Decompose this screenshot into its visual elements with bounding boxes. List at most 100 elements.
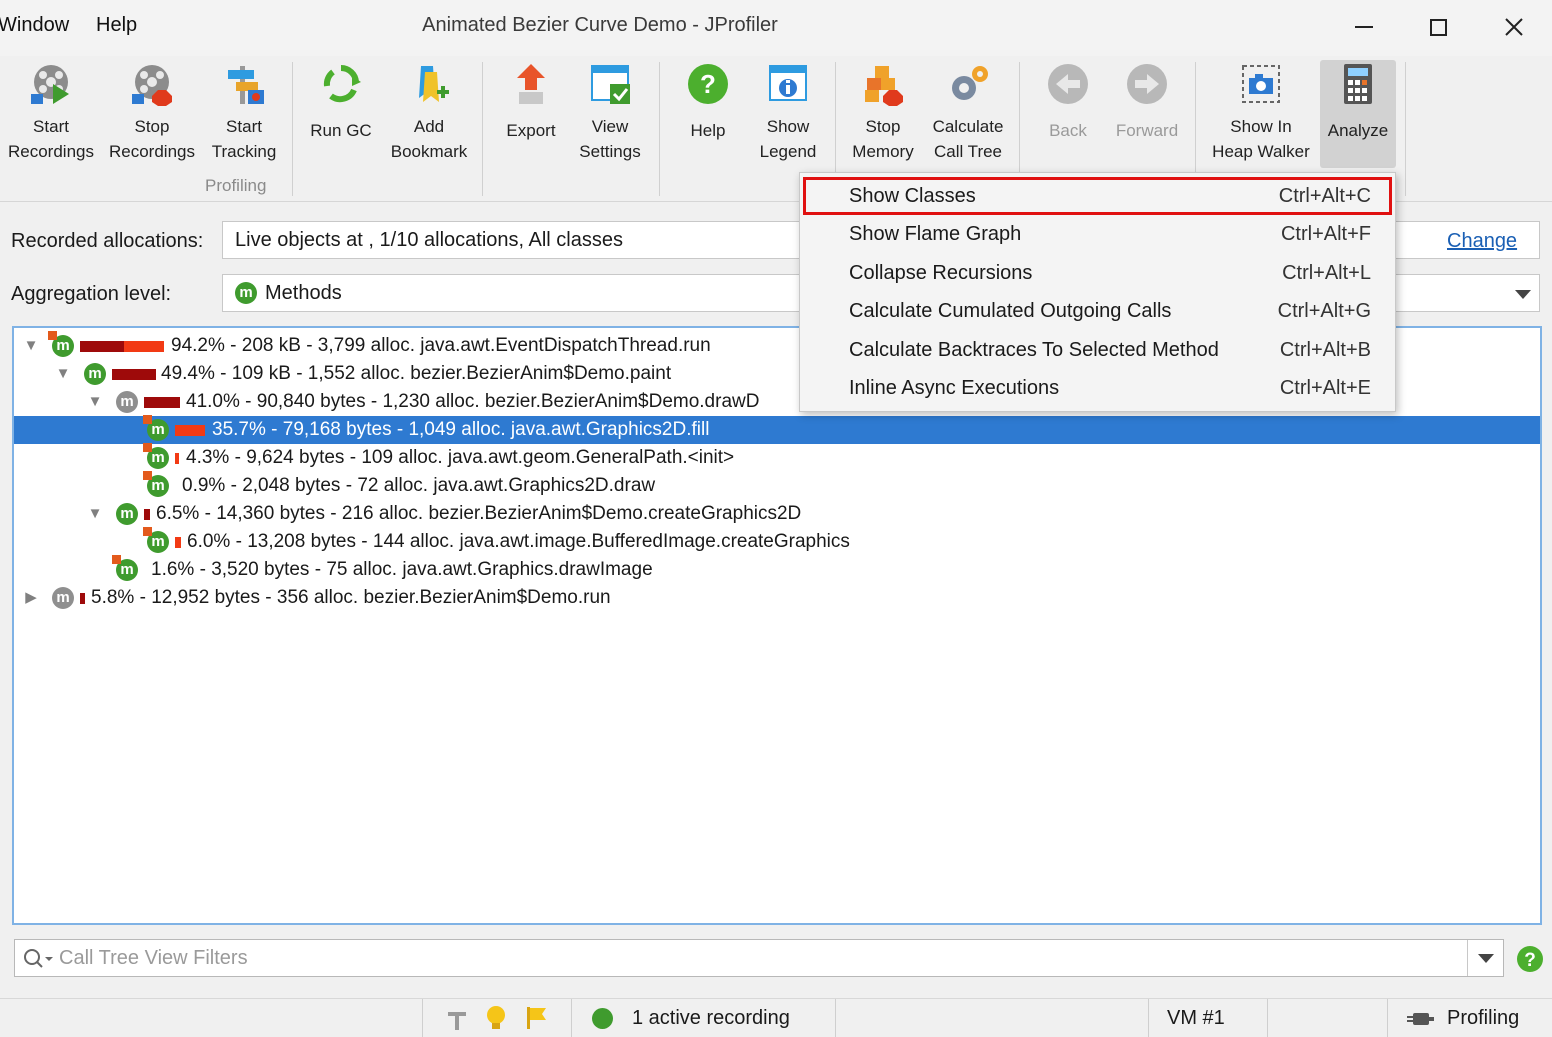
- stop-memory-label-1: Stop: [865, 117, 901, 136]
- method-icon: m: [235, 282, 257, 304]
- tree-row-text: 6.0% - 13,208 bytes - 144 alloc. java.aw…: [187, 531, 850, 552]
- close-icon: [1505, 18, 1523, 36]
- expand-toggle-icon[interactable]: ▼: [86, 500, 104, 528]
- profiling-group-label: Profiling: [205, 176, 267, 195]
- search-icon: [24, 949, 53, 968]
- allocation-bar-self: [175, 537, 181, 548]
- allocation-bar-self: [124, 341, 164, 352]
- tree-row[interactable]: m 4.3% - 9,624 bytes - 109 alloc. java.a…: [14, 443, 1540, 472]
- show-in-heap-walker-label-1: Show In: [1230, 117, 1292, 136]
- show-legend-button[interactable]: Show Legend: [752, 60, 824, 172]
- lightbulb-icon[interactable]: [485, 1004, 507, 1032]
- back-arrow-icon: [1046, 62, 1090, 106]
- status-separator: [1267, 999, 1268, 1037]
- method-icon: m: [143, 527, 169, 553]
- call-tree-view-filter[interactable]: Call Tree View Filters: [14, 939, 1504, 977]
- tree-row-selected[interactable]: m 35.7% - 79,168 bytes - 1,049 alloc. ja…: [14, 415, 1540, 444]
- chevron-down-icon: [1515, 290, 1531, 299]
- calculate-call-tree-label-2: Call Tree: [933, 142, 1003, 161]
- menu-item-collapse-recursions[interactable]: Collapse Recursions Ctrl+Alt+L: [800, 254, 1395, 292]
- method-icon: m: [116, 391, 138, 413]
- toolbar-separator: [482, 62, 483, 196]
- menu-item-label: Show Flame Graph: [849, 223, 1022, 245]
- menu-item-calculate-backtraces[interactable]: Calculate Backtraces To Selected Method …: [800, 331, 1395, 369]
- run-gc-button[interactable]: Run GC: [306, 60, 376, 172]
- show-legend-label-1: Show: [766, 117, 810, 136]
- expand-toggle-icon[interactable]: ▼: [54, 360, 72, 388]
- start-tracking-button[interactable]: Start Tracking: [205, 60, 283, 172]
- stop-memory-button[interactable]: Stop Memory: [846, 60, 920, 172]
- show-in-heap-walker-label-2: Heap Walker: [1212, 142, 1310, 161]
- method-icon: m: [143, 443, 169, 469]
- start-recordings-label-1: Start: [33, 117, 69, 136]
- tree-row-text: 0.9% - 2,048 bytes - 72 alloc. java.awt.…: [182, 475, 656, 496]
- calculate-call-tree-button[interactable]: Calculate Call Tree: [928, 60, 1008, 172]
- view-settings-icon: [588, 62, 632, 106]
- status-separator: [571, 999, 572, 1037]
- help-button[interactable]: ? Help: [680, 60, 736, 172]
- calculate-call-tree-label-1: Calculate: [932, 117, 1004, 136]
- tree-row[interactable]: m 6.0% - 13,208 bytes - 144 alloc. java.…: [14, 527, 1540, 556]
- start-recordings-button[interactable]: Start Recordings: [6, 60, 96, 172]
- stop-recordings-button[interactable]: Stop Recordings: [107, 60, 197, 172]
- svg-text:?: ?: [700, 69, 716, 99]
- export-button[interactable]: Export: [500, 60, 562, 172]
- help-label: Help: [690, 121, 726, 140]
- recording-status-icon: [592, 1008, 613, 1029]
- start-tracking-label-2: Tracking: [211, 142, 277, 161]
- allocation-bar-self: [175, 425, 205, 436]
- camera-icon: [1239, 62, 1283, 106]
- menu-item-shortcut: Ctrl+Alt+L: [1282, 262, 1371, 284]
- tree-row[interactable]: ▶ m 5.8% - 12,952 bytes - 356 alloc. bez…: [14, 584, 1540, 612]
- flag-icon[interactable]: [523, 1005, 549, 1031]
- bookmark-add-icon: [407, 62, 451, 106]
- menu-item-inline-async-executions[interactable]: Inline Async Executions Ctrl+Alt+E: [800, 369, 1395, 407]
- allocation-bar-self: [175, 453, 179, 464]
- allocation-bar: [80, 341, 124, 352]
- change-link[interactable]: Change: [1447, 230, 1517, 253]
- svg-text:?: ?: [1524, 950, 1536, 971]
- menu-item-shortcut: Ctrl+Alt+F: [1280, 223, 1371, 245]
- filter-placeholder: Call Tree View Filters: [59, 947, 248, 969]
- analyze-button[interactable]: Analyze: [1320, 60, 1396, 168]
- method-icon: m: [143, 471, 169, 497]
- pin-icon[interactable]: [444, 1006, 470, 1032]
- menu-item-calculate-cumulated-outgoing-calls[interactable]: Calculate Cumulated Outgoing Calls Ctrl+…: [800, 292, 1395, 330]
- chevron-down-icon: [1477, 953, 1494, 963]
- stop-recordings-label-2: Recordings: [109, 142, 195, 161]
- close-button[interactable]: [1494, 8, 1534, 46]
- expand-toggle-icon[interactable]: ▶: [22, 584, 40, 612]
- menu-item-shortcut: Ctrl+Alt+G: [1277, 300, 1371, 322]
- method-icon: m: [116, 503, 138, 525]
- show-in-heap-walker-button[interactable]: Show In Heap Walker: [1208, 60, 1314, 172]
- tree-row[interactable]: ▼ m 6.5% - 14,360 bytes - 216 alloc. bez…: [14, 500, 1540, 528]
- menu-item-shortcut: Ctrl+Alt+E: [1279, 377, 1371, 399]
- help-icon[interactable]: ?: [1516, 945, 1544, 973]
- legend-icon: [766, 62, 810, 106]
- filter-dropdown-button[interactable]: [1467, 940, 1503, 976]
- export-arrow-icon: [509, 62, 553, 106]
- minimize-button[interactable]: [1344, 8, 1384, 46]
- tree-row-text: 35.7% - 79,168 bytes - 1,049 alloc. java…: [212, 419, 710, 440]
- tree-row-text: 94.2% - 208 kB - 3,799 alloc. java.awt.E…: [171, 335, 711, 356]
- export-label: Export: [506, 121, 556, 140]
- expand-toggle-icon[interactable]: ▼: [22, 332, 40, 360]
- expand-toggle-icon[interactable]: ▼: [86, 388, 104, 416]
- back-button[interactable]: Back: [1040, 60, 1096, 172]
- vm-status[interactable]: VM #1: [1167, 1007, 1225, 1030]
- call-tree[interactable]: ▼ m 94.2% - 208 kB - 3,799 alloc. java.a…: [12, 326, 1542, 925]
- tree-row[interactable]: m 0.9% - 2,048 bytes - 72 alloc. java.aw…: [14, 471, 1540, 500]
- view-settings-button[interactable]: View Settings: [574, 60, 646, 172]
- add-bookmark-button[interactable]: Add Bookmark: [386, 60, 472, 172]
- forward-button[interactable]: Forward: [1112, 60, 1182, 172]
- active-recording-status[interactable]: 1 active recording: [632, 1007, 790, 1030]
- menu-item-show-flame-graph[interactable]: Show Flame Graph Ctrl+Alt+F: [800, 215, 1395, 253]
- view-settings-label-2: Settings: [579, 142, 641, 161]
- recycle-icon: [319, 62, 363, 106]
- menu-item-label: Calculate Cumulated Outgoing Calls: [849, 300, 1172, 322]
- plug-icon: [1407, 1013, 1434, 1025]
- tree-row[interactable]: m 1.6% - 3,520 bytes - 75 alloc. java.aw…: [14, 555, 1540, 584]
- start-tracking-label-1: Start: [226, 117, 262, 136]
- toolbar-separator: [1405, 62, 1406, 196]
- maximize-button[interactable]: [1418, 8, 1458, 46]
